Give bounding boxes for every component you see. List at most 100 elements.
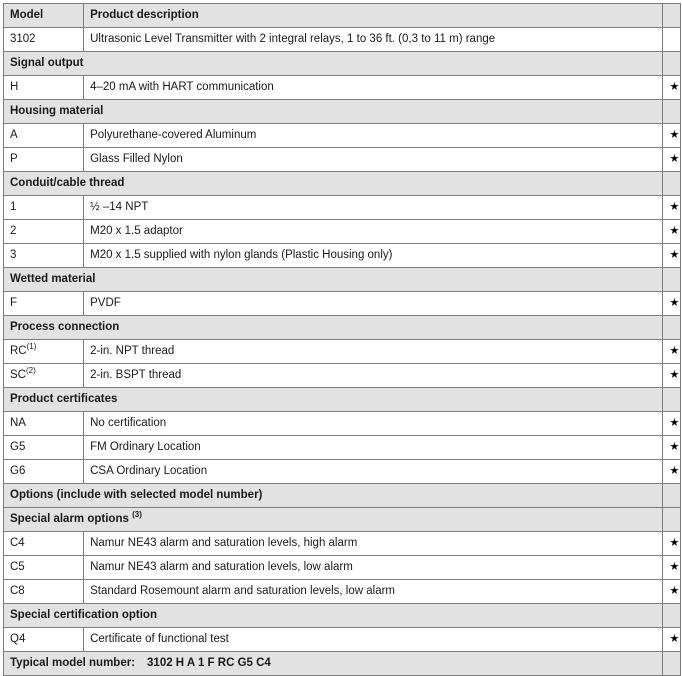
table-row: RC(1) 2-in. NPT thread ★ — [2, 339, 682, 364]
table-row: H 4–20 mA with HART communication ★ — [2, 75, 682, 100]
cell-product-description: Glass Filled Nylon — [83, 147, 663, 172]
cell-product-description: 2-in. NPT thread — [83, 339, 663, 364]
cell-product-description: PVDF — [83, 291, 663, 316]
star-icon-cell: ★ — [661, 363, 682, 388]
typical-model-number-row: Typical model number: 3102 H A 1 F RC G5 … — [3, 651, 682, 676]
cell-product-description: No certification — [83, 411, 663, 436]
cell-product-description: M20 x 1.5 adaptor — [83, 219, 663, 244]
star-icon-cell: ★ — [661, 627, 682, 652]
section-header-label: Wetted material — [3, 267, 663, 292]
cell-model-code: NA — [2, 411, 85, 436]
cell-product-description: ½ –14 NPT — [83, 195, 663, 220]
cell-product-description: Standard Rosemount alarm and saturation … — [83, 579, 663, 604]
cell-model-code: H — [2, 75, 85, 100]
cell-model-code: RC(1) — [2, 339, 85, 364]
column-header-star — [661, 3, 682, 28]
cell-product-description: Polyurethane-covered Aluminum — [83, 123, 663, 148]
table-row: 1½ –14 NPT ★ — [2, 195, 682, 220]
cell-model-code: G5 — [2, 435, 85, 460]
cell-model-code: SC(2) — [2, 363, 85, 388]
cell-star-empty — [661, 651, 682, 676]
cell-model-code: C5 — [2, 555, 85, 580]
section-header-label: Housing material — [3, 99, 663, 124]
star-icon: ★ — [669, 345, 680, 357]
star-icon: ★ — [669, 201, 680, 213]
table-row: A Polyurethane-covered Aluminum ★ — [2, 123, 682, 148]
star-icon-cell: ★ — [661, 195, 682, 220]
table-head: Model Product description — [2, 3, 682, 28]
cell-model-code: A — [2, 123, 85, 148]
star-icon-cell: ★ — [661, 339, 682, 364]
star-icon-cell: ★ — [661, 435, 682, 460]
star-icon-cell: ★ — [661, 75, 682, 100]
section-header-label: Special alarm options (3) — [3, 507, 663, 532]
cell-product-description: CSA Ordinary Location — [83, 459, 663, 484]
star-icon-cell: ★ — [661, 459, 682, 484]
star-icon: ★ — [669, 417, 680, 429]
section-header-label: Special certification option — [3, 603, 663, 628]
star-icon-cell: ★ — [661, 555, 682, 580]
cell-product-description: FM Ordinary Location — [83, 435, 663, 460]
star-icon: ★ — [669, 633, 680, 645]
star-icon: ★ — [669, 297, 680, 309]
table-row: NA No certification ★ — [2, 411, 682, 436]
cell-product-description: Ultrasonic Level Transmitter with 2 inte… — [83, 27, 663, 52]
table-row: 3102 Ultrasonic Level Transmitter with 2 … — [2, 27, 682, 52]
cell-star-empty — [661, 99, 682, 124]
cell-model-code: C8 — [2, 579, 85, 604]
section-header-label: Options (include with selected model num… — [3, 483, 663, 508]
star-icon: ★ — [669, 153, 680, 165]
star-icon-cell: ★ — [661, 411, 682, 436]
table-row: F PVDF ★ — [2, 291, 682, 316]
star-icon-cell: ★ — [661, 531, 682, 556]
star-icon-cell: ★ — [661, 579, 682, 604]
cell-star-empty — [661, 171, 682, 196]
typical-model-number-label: Typical model number: — [10, 657, 136, 669]
cell-star-empty — [661, 51, 682, 76]
star-icon: ★ — [669, 465, 680, 477]
table-section-header-row: Options (include with selected model num… — [3, 483, 682, 508]
table-section-header-row: Special alarm options (3) — [3, 507, 682, 532]
table-section-header-row: Conduit/cable thread — [3, 171, 682, 196]
cell-model-code: Q4 — [2, 627, 85, 652]
footnote-marker: (1) — [26, 342, 37, 352]
star-icon: ★ — [669, 585, 680, 597]
cell-product-description: 4–20 mA with HART communication — [83, 75, 663, 100]
table-row: G5 FM Ordinary Location ★ — [2, 435, 682, 460]
table-section-header-row: Housing material — [3, 99, 682, 124]
cell-star-empty — [661, 603, 682, 628]
cell-model-code: G6 — [2, 459, 85, 484]
cell-model-code: P — [2, 147, 85, 172]
table-row: C4 Namur NE43 alarm and saturation levels… — [2, 531, 682, 556]
cell-product-description: M20 x 1.5 supplied with nylon glands (Pl… — [83, 243, 663, 268]
table-row: P Glass Filled Nylon ★ — [2, 147, 682, 172]
typical-model-number-cell: Typical model number: 3102 H A 1 F RC G5 … — [3, 651, 663, 676]
table-column-header-row: Model Product description — [2, 3, 682, 28]
table-row: 3 M20 x 1.5 supplied with nylon glands (P… — [2, 243, 682, 268]
cell-star-empty — [661, 507, 682, 532]
star-icon: ★ — [669, 561, 680, 573]
star-icon-cell: ★ — [661, 219, 682, 244]
cell-model-code: C4 — [2, 531, 85, 556]
table-row: SC(2) 2-in. BSPT thread ★ — [2, 363, 682, 388]
column-header-description: Product description — [83, 3, 663, 28]
cell-product-description: Namur NE43 alarm and saturation levels, … — [83, 555, 663, 580]
table-body: 3102 Ultrasonic Level Transmitter with 2 … — [2, 27, 682, 676]
section-header-label: Product certificates — [3, 387, 663, 412]
table-row: 2 M20 x 1.5 adaptor ★ — [2, 219, 682, 244]
section-header-label: Process connection — [3, 315, 663, 340]
cell-model-code: F — [2, 291, 85, 316]
star-icon: ★ — [669, 369, 680, 381]
star-icon: ★ — [669, 249, 680, 261]
table-row: Q4 Certificate of functional test ★ — [2, 627, 682, 652]
cell-product-description: Namur NE43 alarm and saturation levels, … — [83, 531, 663, 556]
star-icon-cell: ★ — [661, 291, 682, 316]
cell-star-empty — [661, 315, 682, 340]
section-header-label: Signal output — [3, 51, 663, 76]
cell-product-description: 2-in. BSPT thread — [83, 363, 663, 388]
column-header-model: Model — [2, 3, 85, 28]
cell-model-code: 1 — [2, 195, 85, 220]
star-icon: ★ — [669, 441, 680, 453]
table-section-header-row: Product certificates — [3, 387, 682, 412]
star-icon-cell: ★ — [661, 147, 682, 172]
